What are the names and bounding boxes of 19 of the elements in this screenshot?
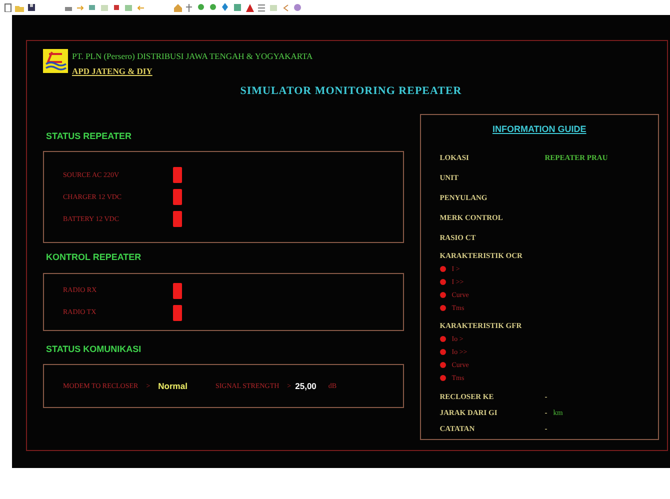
- section-heading: KONTROL REPEATER: [46, 251, 142, 264]
- arrow-icon[interactable]: [76, 3, 85, 12]
- company-name: PT. PLN (Persero) DISTRIBUSI JAWA TENGAH & YOGYAKARTA: [72, 50, 313, 63]
- page-title: SIMULATOR MONITORING REPEATER: [240, 84, 462, 99]
- signal-value: 25,00: [295, 380, 316, 392]
- logo-icon: [43, 49, 68, 73]
- section-heading: STATUS REPEATER: [46, 130, 133, 142]
- section-heading: STATUS KOMUNIKASI: [46, 342, 142, 356]
- alert-icon[interactable]: [245, 3, 254, 12]
- save-icon[interactable]: [27, 3, 36, 12]
- new-file-icon[interactable]: [3, 3, 12, 12]
- modem-status: Normal: [158, 380, 188, 392]
- arrow-icon[interactable]: [136, 3, 145, 12]
- panel-heading: INFORMATION GUIDE: [491, 122, 588, 136]
- unit-name: APD JATENG & DIY: [72, 65, 152, 78]
- folder-icon[interactable]: [15, 3, 24, 12]
- square-icon[interactable]: [112, 3, 121, 12]
- home-icon[interactable]: [173, 3, 182, 12]
- move-icon[interactable]: [221, 3, 230, 12]
